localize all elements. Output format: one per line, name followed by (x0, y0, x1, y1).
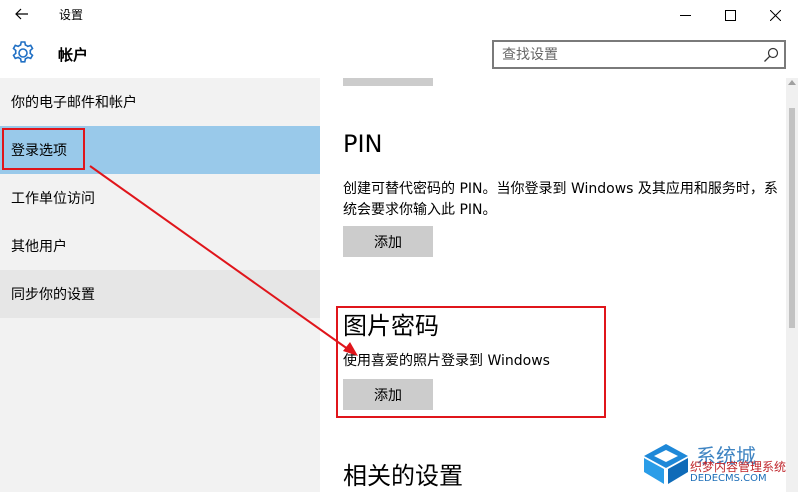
close-button[interactable] (752, 0, 798, 30)
page-header: 帐户 (0, 30, 798, 78)
picture-password-add-button[interactable]: 添加 (343, 379, 433, 410)
title-bar: 设置 (0, 0, 798, 30)
search-input[interactable] (502, 45, 742, 64)
sidebar-item-email-accounts[interactable]: 你的电子邮件和帐户 (0, 78, 320, 126)
back-button[interactable] (8, 2, 36, 26)
back-arrow-icon (15, 8, 28, 20)
maximize-button[interactable] (707, 0, 753, 30)
search-icon[interactable] (763, 47, 779, 63)
picture-password-description: 使用喜爱的照片登录到 Windows (343, 353, 550, 369)
sidebar-item-label: 工作单位访问 (11, 191, 95, 207)
watermark-line3: DEDECMS.COM (690, 473, 767, 484)
sidebar-item-sign-in-options[interactable]: 登录选项 (0, 126, 320, 174)
scroll-thumb[interactable] (789, 108, 795, 328)
scroll-up-arrow-icon[interactable] (788, 80, 796, 85)
scrollbar[interactable] (786, 78, 798, 492)
previous-section-button[interactable] (343, 78, 433, 86)
search-box[interactable] (492, 40, 786, 69)
sidebar: 你的电子邮件和帐户 登录选项 工作单位访问 其他用户 同步你的设置 (0, 78, 320, 492)
sidebar-item-other-users[interactable]: 其他用户 (0, 222, 320, 270)
minimize-button[interactable] (662, 0, 708, 30)
sidebar-item-work-access[interactable]: 工作单位访问 (0, 174, 320, 222)
close-icon (769, 9, 781, 21)
window-title: 设置 (59, 8, 84, 22)
maximize-icon (724, 9, 736, 21)
main-content: PIN 创建可替代密码的 PIN。当你登录到 Windows 及其应用和服务时，… (320, 78, 798, 492)
sidebar-item-label: 你的电子邮件和帐户 (11, 95, 137, 111)
sidebar-item-label: 其他用户 (11, 239, 67, 255)
gear-icon (12, 41, 34, 63)
watermark: 系统城 织梦内容管理系统 DEDECMS.COM (640, 438, 798, 492)
related-settings-title: 相关的设置 (343, 462, 463, 490)
pin-add-button[interactable]: 添加 (343, 226, 433, 257)
sidebar-item-label: 同步你的设置 (11, 287, 95, 303)
pin-description: 创建可替代密码的 PIN。当你登录到 Windows 及其应用和服务时，系统会要… (343, 181, 778, 218)
page-title: 帐户 (58, 46, 89, 64)
minimize-icon (679, 14, 691, 16)
sidebar-item-sync-settings[interactable]: 同步你的设置 (0, 270, 320, 318)
windows-logo-icon (644, 444, 688, 484)
pin-section-title: PIN (343, 130, 383, 158)
picture-password-title: 图片密码 (343, 312, 439, 340)
sidebar-item-label: 登录选项 (11, 143, 67, 159)
